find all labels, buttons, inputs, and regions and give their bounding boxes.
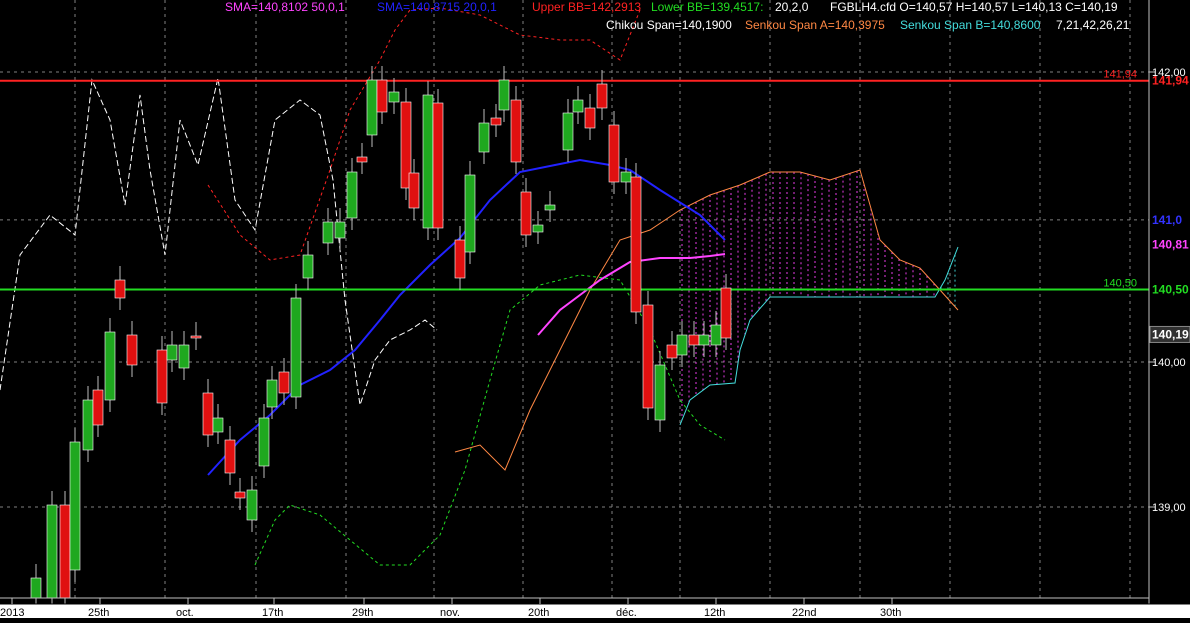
candle-body xyxy=(104,331,116,401)
legend-entry: SMA=140,8715 20,0,1 xyxy=(377,0,497,14)
candle-body xyxy=(322,221,334,244)
candle-body xyxy=(676,334,688,356)
legend-entry: Senkou Span B=140,8600 xyxy=(900,18,1041,32)
legend-entry: 20,2,0 xyxy=(775,0,809,14)
candle-body xyxy=(82,399,94,451)
candle-body xyxy=(46,504,58,599)
candle-body xyxy=(498,79,510,111)
level-line-label: 141,94 xyxy=(1103,69,1137,81)
legend-entry: Upper BB=142,2913 xyxy=(532,0,641,14)
candle-body xyxy=(266,379,278,408)
time-axis-label: oct. xyxy=(176,607,194,618)
level-line-label: 140,50 xyxy=(1103,278,1137,290)
candle-body xyxy=(190,335,202,339)
candle-body xyxy=(366,79,378,136)
legend-entry: 7,21,42,26,21 xyxy=(1056,18,1130,32)
candle-body xyxy=(114,279,126,299)
candle-body xyxy=(92,389,104,426)
candle-body xyxy=(688,334,700,346)
candle-body xyxy=(156,349,168,404)
price-axis-label: 141,94 xyxy=(1152,74,1189,88)
candle-body xyxy=(608,124,620,183)
candle-body xyxy=(584,107,596,129)
candle-body xyxy=(654,364,666,421)
time-axis-label: 20th xyxy=(528,607,549,618)
candle-body xyxy=(422,94,434,229)
time-axis-label: 25th xyxy=(88,607,109,618)
candle-body xyxy=(388,91,400,103)
price-axis-label: 140,50 xyxy=(1152,283,1189,297)
time-axis-label: 30th xyxy=(880,607,901,618)
candle-body xyxy=(202,392,214,436)
candle-body xyxy=(698,334,710,346)
candle-body xyxy=(346,171,358,219)
legend-entry: Lower BB=139,4517: xyxy=(651,0,763,14)
legend-entry: Senkou Span A=140,3975 xyxy=(745,18,885,32)
price-axis-label: 140,81 xyxy=(1152,238,1189,252)
price-axis-label: 140,19 xyxy=(1152,327,1189,341)
candle-body xyxy=(544,204,556,211)
candle-body xyxy=(30,577,42,599)
candle-body xyxy=(532,224,544,233)
legend-entry: Chikou Span=140,1900 xyxy=(606,18,732,32)
candle-body xyxy=(166,344,178,361)
time-axis-label: 29th xyxy=(352,607,373,618)
candle-body xyxy=(710,324,722,346)
time-axis-label: 17th xyxy=(262,607,283,618)
candle-body xyxy=(126,334,138,366)
candle-body xyxy=(258,417,270,467)
candle-body xyxy=(302,254,314,279)
candle-body xyxy=(510,99,522,163)
stock-chart[interactable]: 141,94 140,50 142,00 140,00 139,00 141,94 141… xyxy=(0,0,1190,619)
candle-body xyxy=(246,489,258,521)
legend-entry: SMA=140,8102 50,0,1 xyxy=(225,0,345,14)
candle-body xyxy=(432,102,444,229)
price-axis-label: 141,0 xyxy=(1152,213,1182,227)
candle-body xyxy=(376,79,388,113)
candle-body xyxy=(642,304,654,409)
candle-body xyxy=(478,122,490,153)
legend-entry: FGBLH4.cfd O=140,57 H=140,57 L=140,13 C=… xyxy=(830,0,1118,14)
time-axis-label: nov. xyxy=(440,607,460,618)
candle-body xyxy=(278,371,290,394)
candle-body xyxy=(666,344,678,359)
candle-body xyxy=(620,171,632,183)
candle-body xyxy=(408,172,420,209)
candle-body xyxy=(490,117,502,126)
candle-body xyxy=(520,191,532,236)
candle-body xyxy=(224,439,236,474)
candle-body xyxy=(572,99,584,113)
time-axis-label: 2013 xyxy=(0,607,24,618)
candle-body xyxy=(178,344,190,369)
candle-body xyxy=(356,156,368,163)
chart-canvas[interactable]: 141,94140,50 142,00140,00139,00141,94141… xyxy=(0,0,1190,619)
candle-body xyxy=(630,176,642,313)
price-tick-label: 139,00 xyxy=(1152,502,1186,514)
candle-body xyxy=(562,112,574,151)
candle-body xyxy=(59,504,71,599)
candle-body xyxy=(290,297,302,398)
candle-body xyxy=(720,287,732,339)
time-axis-label: déc. xyxy=(616,607,637,618)
candle-body xyxy=(464,174,476,253)
candle-body xyxy=(212,417,224,433)
candle-body xyxy=(596,83,608,109)
candle-body xyxy=(69,441,81,571)
time-axis-label: 12th xyxy=(704,607,725,618)
candle-body xyxy=(454,239,466,279)
candle-body xyxy=(234,491,246,499)
candle-body xyxy=(334,221,346,239)
price-tick-label: 140,00 xyxy=(1152,357,1186,369)
time-axis-label: 22nd xyxy=(792,607,816,618)
